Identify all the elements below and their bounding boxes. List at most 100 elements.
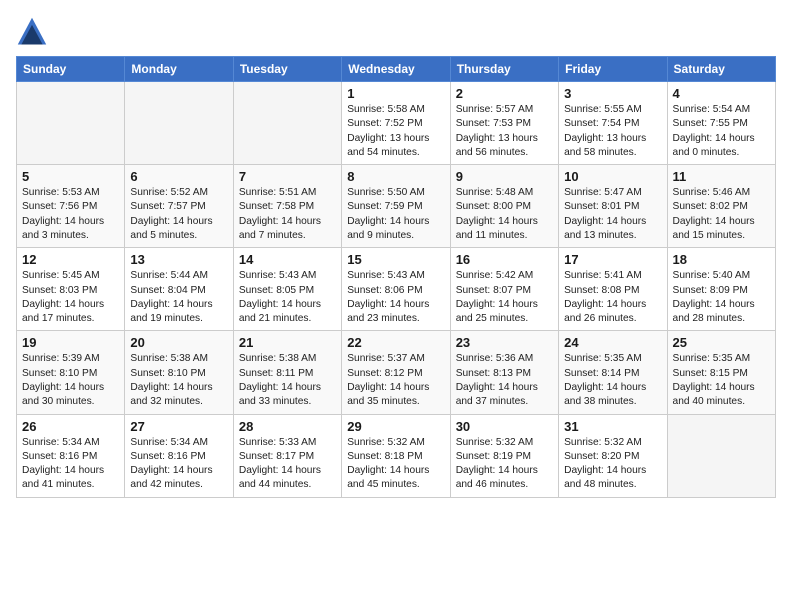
calendar-cell: 16 Sunrise: 5:42 AM Sunset: 8:07 PM Dayli…	[450, 248, 558, 331]
weekday-header: Friday	[559, 57, 667, 82]
day-number: 29	[347, 419, 444, 434]
calendar-cell: 1Sunrise: 5:58 AM Sunset: 7:52 PM Daylig…	[342, 82, 450, 165]
day-number: 24	[564, 335, 661, 350]
day-number: 10	[564, 169, 661, 184]
day-number: 21	[239, 335, 336, 350]
weekday-header: Monday	[125, 57, 233, 82]
calendar-cell: 25 Sunrise: 5:35 AM Sunset: 8:15 PM Dayli…	[667, 331, 775, 414]
day-number: 15	[347, 252, 444, 267]
logo-icon	[16, 16, 48, 48]
weekday-header: Wednesday	[342, 57, 450, 82]
weekday-header: Thursday	[450, 57, 558, 82]
day-number: 26	[22, 419, 119, 434]
day-number: 18	[673, 252, 770, 267]
day-info: Sunrise: 5:33 AM Sunset: 8:17 PM Dayligh…	[239, 436, 336, 493]
calendar-week-row: 19 Sunrise: 5:39 AM Sunset: 8:10 PM Dayli…	[17, 331, 776, 414]
calendar-cell: 3Sunrise: 5:55 AM Sunset: 7:54 PM Daylig…	[559, 82, 667, 165]
calendar-table: SundayMondayTuesdayWednesdayThursdayFrid…	[16, 56, 776, 498]
calendar-cell: 29Sunrise: 5:32 AM Sunset: 8:18 PM Dayli…	[342, 414, 450, 497]
day-info: Sunrise: 5:34 AM Sunset: 8:16 PM Dayligh…	[130, 436, 227, 493]
calendar-cell: 15 Sunrise: 5:43 AM Sunset: 8:06 PM Dayli…	[342, 248, 450, 331]
day-info: Sunrise: 5:44 AM Sunset: 8:04 PM Dayligh…	[130, 269, 227, 326]
day-info: Sunrise: 5:47 AM Sunset: 8:01 PM Dayligh…	[564, 186, 661, 243]
day-number: 6	[130, 169, 227, 184]
calendar-cell: 20Sunrise: 5:38 AM Sunset: 8:10 PM Dayli…	[125, 331, 233, 414]
day-info: Sunrise: 5:37 AM Sunset: 8:12 PM Dayligh…	[347, 352, 444, 409]
calendar-cell: 27 Sunrise: 5:34 AM Sunset: 8:16 PM Dayli…	[125, 414, 233, 497]
day-number: 22	[347, 335, 444, 350]
calendar-cell: 22 Sunrise: 5:37 AM Sunset: 8:12 PM Dayli…	[342, 331, 450, 414]
calendar-cell: 14 Sunrise: 5:43 AM Sunset: 8:05 PM Dayli…	[233, 248, 341, 331]
day-number: 2	[456, 86, 553, 101]
calendar-cell: 2Sunrise: 5:57 AM Sunset: 7:53 PM Daylig…	[450, 82, 558, 165]
day-info: Sunrise: 5:45 AM Sunset: 8:03 PM Dayligh…	[22, 269, 119, 326]
day-info: Sunrise: 5:35 AM Sunset: 8:15 PM Dayligh…	[673, 352, 770, 409]
calendar-header: SundayMondayTuesdayWednesdayThursdayFrid…	[17, 57, 776, 82]
day-number: 7	[239, 169, 336, 184]
weekday-header: Sunday	[17, 57, 125, 82]
day-number: 5	[22, 169, 119, 184]
day-info: Sunrise: 5:32 AM Sunset: 8:19 PM Dayligh…	[456, 436, 553, 493]
day-info: Sunrise: 5:52 AM Sunset: 7:57 PM Dayligh…	[130, 186, 227, 243]
calendar-cell: 21 Sunrise: 5:38 AM Sunset: 8:11 PM Dayli…	[233, 331, 341, 414]
calendar-cell	[125, 82, 233, 165]
weekday-header: Tuesday	[233, 57, 341, 82]
calendar-week-row: 5 Sunrise: 5:53 AM Sunset: 7:56 PM Daylig…	[17, 165, 776, 248]
calendar-week-row: 12 Sunrise: 5:45 AM Sunset: 8:03 PM Dayli…	[17, 248, 776, 331]
day-number: 23	[456, 335, 553, 350]
calendar-cell	[233, 82, 341, 165]
day-info: Sunrise: 5:32 AM Sunset: 8:20 PM Dayligh…	[564, 436, 661, 493]
day-number: 8	[347, 169, 444, 184]
day-number: 20	[130, 335, 227, 350]
day-info: Sunrise: 5:43 AM Sunset: 8:06 PM Dayligh…	[347, 269, 444, 326]
day-number: 19	[22, 335, 119, 350]
day-info: Sunrise: 5:35 AM Sunset: 8:14 PM Dayligh…	[564, 352, 661, 409]
calendar-cell: 6 Sunrise: 5:52 AM Sunset: 7:57 PM Daylig…	[125, 165, 233, 248]
calendar-cell: 31Sunrise: 5:32 AM Sunset: 8:20 PM Dayli…	[559, 414, 667, 497]
day-info: Sunrise: 5:54 AM Sunset: 7:55 PM Dayligh…	[673, 103, 770, 160]
day-info: Sunrise: 5:42 AM Sunset: 8:07 PM Dayligh…	[456, 269, 553, 326]
calendar-cell: 10 Sunrise: 5:47 AM Sunset: 8:01 PM Dayli…	[559, 165, 667, 248]
day-info: Sunrise: 5:40 AM Sunset: 8:09 PM Dayligh…	[673, 269, 770, 326]
calendar-cell: 24 Sunrise: 5:35 AM Sunset: 8:14 PM Dayli…	[559, 331, 667, 414]
day-info: Sunrise: 5:36 AM Sunset: 8:13 PM Dayligh…	[456, 352, 553, 409]
day-info: Sunrise: 5:55 AM Sunset: 7:54 PM Dayligh…	[564, 103, 661, 160]
calendar-cell: 12 Sunrise: 5:45 AM Sunset: 8:03 PM Dayli…	[17, 248, 125, 331]
day-number: 25	[673, 335, 770, 350]
calendar-cell: 5 Sunrise: 5:53 AM Sunset: 7:56 PM Daylig…	[17, 165, 125, 248]
calendar-cell: 19 Sunrise: 5:39 AM Sunset: 8:10 PM Dayli…	[17, 331, 125, 414]
day-info: Sunrise: 5:43 AM Sunset: 8:05 PM Dayligh…	[239, 269, 336, 326]
calendar-cell	[17, 82, 125, 165]
calendar-week-row: 26 Sunrise: 5:34 AM Sunset: 8:16 PM Dayli…	[17, 414, 776, 497]
calendar-cell: 13 Sunrise: 5:44 AM Sunset: 8:04 PM Dayli…	[125, 248, 233, 331]
calendar-cell: 4 Sunrise: 5:54 AM Sunset: 7:55 PM Daylig…	[667, 82, 775, 165]
day-info: Sunrise: 5:34 AM Sunset: 8:16 PM Dayligh…	[22, 436, 119, 493]
day-number: 11	[673, 169, 770, 184]
calendar-cell: 9 Sunrise: 5:48 AM Sunset: 8:00 PM Daylig…	[450, 165, 558, 248]
day-number: 14	[239, 252, 336, 267]
day-info: Sunrise: 5:53 AM Sunset: 7:56 PM Dayligh…	[22, 186, 119, 243]
day-number: 9	[456, 169, 553, 184]
day-number: 4	[673, 86, 770, 101]
brand-logo	[16, 16, 52, 48]
day-info: Sunrise: 5:51 AM Sunset: 7:58 PM Dayligh…	[239, 186, 336, 243]
day-number: 30	[456, 419, 553, 434]
calendar-cell: 7 Sunrise: 5:51 AM Sunset: 7:58 PM Daylig…	[233, 165, 341, 248]
calendar-cell: 30 Sunrise: 5:32 AM Sunset: 8:19 PM Dayli…	[450, 414, 558, 497]
day-info: Sunrise: 5:38 AM Sunset: 8:11 PM Dayligh…	[239, 352, 336, 409]
day-number: 16	[456, 252, 553, 267]
day-number: 12	[22, 252, 119, 267]
day-number: 28	[239, 419, 336, 434]
calendar-cell: 8Sunrise: 5:50 AM Sunset: 7:59 PM Daylig…	[342, 165, 450, 248]
calendar-cell: 28 Sunrise: 5:33 AM Sunset: 8:17 PM Dayli…	[233, 414, 341, 497]
day-number: 17	[564, 252, 661, 267]
calendar-cell: 17 Sunrise: 5:41 AM Sunset: 8:08 PM Dayli…	[559, 248, 667, 331]
day-info: Sunrise: 5:39 AM Sunset: 8:10 PM Dayligh…	[22, 352, 119, 409]
day-number: 27	[130, 419, 227, 434]
day-number: 1	[347, 86, 444, 101]
day-info: Sunrise: 5:46 AM Sunset: 8:02 PM Dayligh…	[673, 186, 770, 243]
day-number: 13	[130, 252, 227, 267]
calendar-cell: 23 Sunrise: 5:36 AM Sunset: 8:13 PM Dayli…	[450, 331, 558, 414]
day-info: Sunrise: 5:48 AM Sunset: 8:00 PM Dayligh…	[456, 186, 553, 243]
day-info: Sunrise: 5:41 AM Sunset: 8:08 PM Dayligh…	[564, 269, 661, 326]
